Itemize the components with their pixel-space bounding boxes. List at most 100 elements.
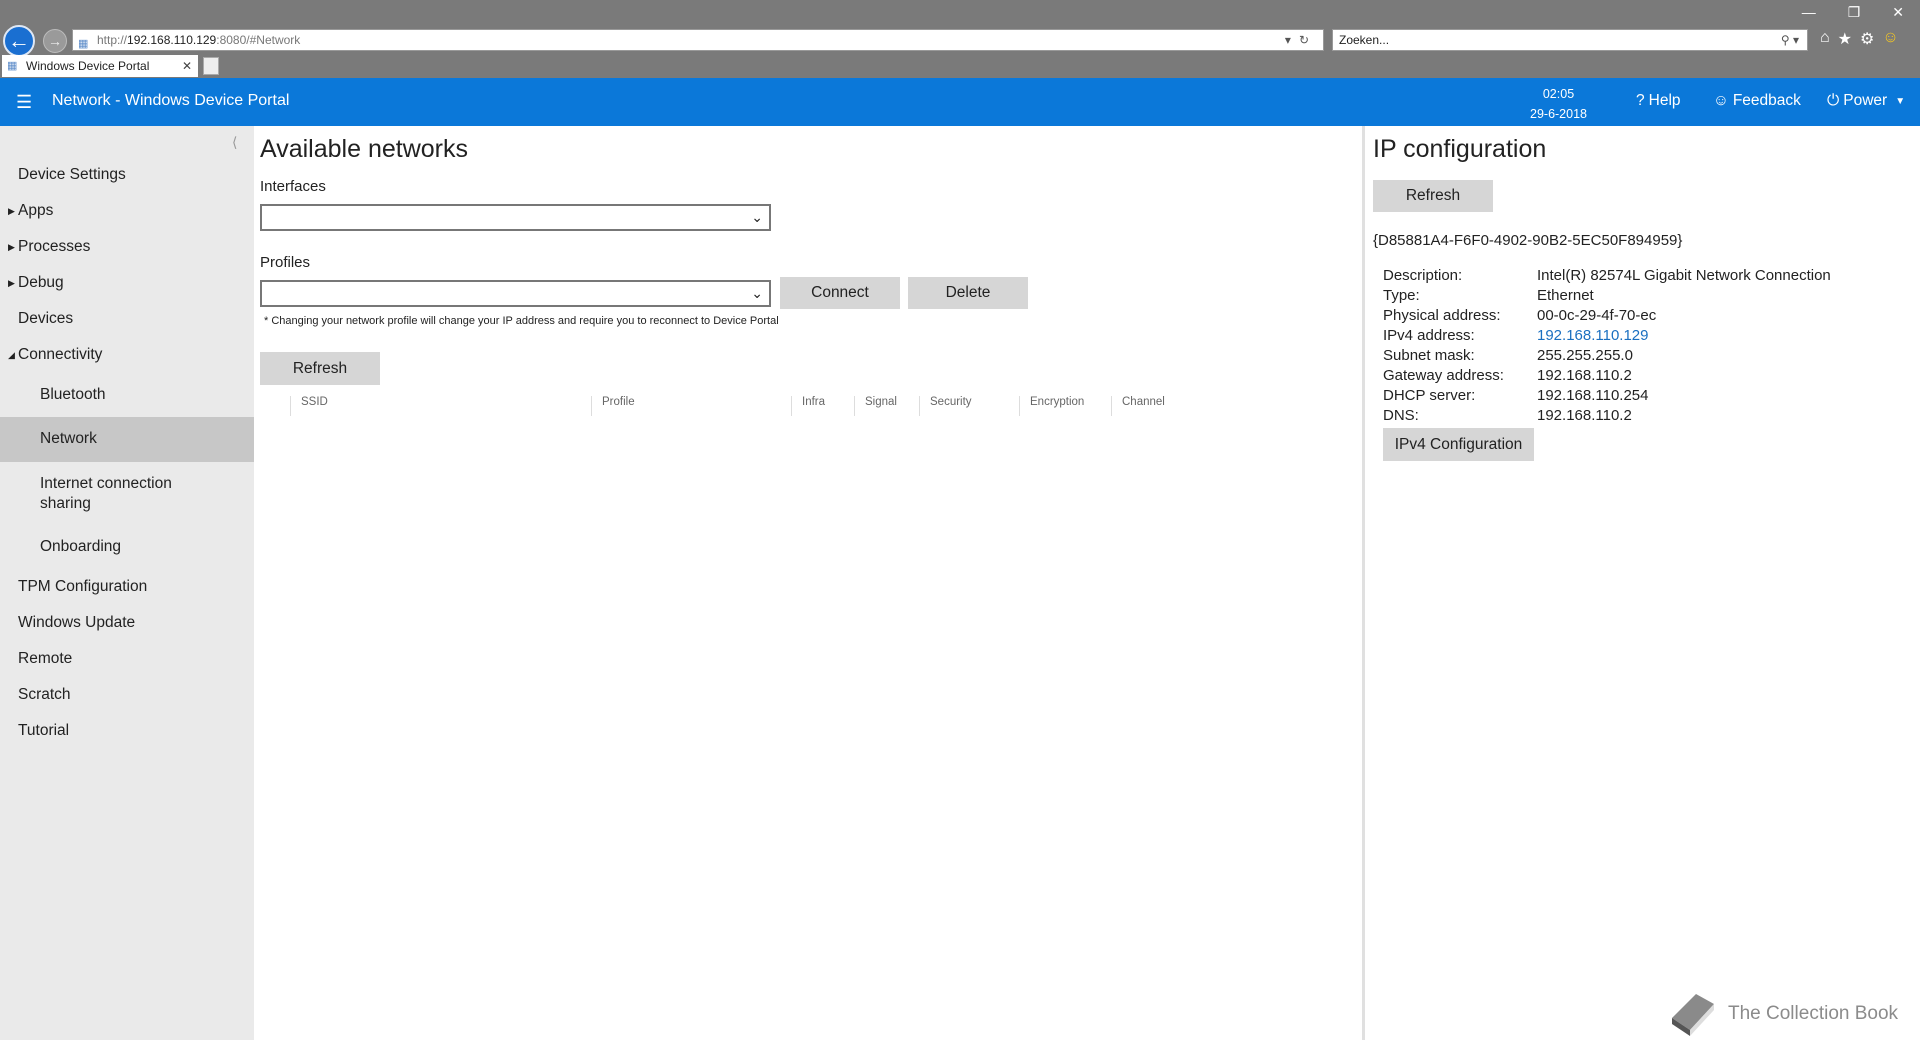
sidebar-item-processes[interactable]: ▶ Processes [0,238,254,256]
profiles-select[interactable]: ⌄ [260,280,771,307]
interfaces-select[interactable]: ⌄ [260,204,771,231]
sidebar-item-bluetooth[interactable]: Bluetooth [0,386,254,404]
watermark-text: The Collection Book [1728,1003,1899,1024]
page-title: Network - Windows Device Portal [52,92,290,109]
sidebar-item-label: Onboarding [40,538,122,555]
hamburger-menu-icon[interactable]: ☰ [16,92,32,113]
delete-button[interactable]: Delete [908,277,1028,309]
ip-row-label: DHCP server: [1383,387,1476,404]
collapse-sidebar-icon[interactable]: ⟨ [232,134,237,151]
main-content: Available networks Interfaces ⌄ Profiles… [254,126,1362,1040]
site-icon: ▦ [78,38,89,50]
collapse-arrow-icon: ◢ [8,350,15,360]
minimize-icon[interactable]: — [1802,4,1816,21]
search-placeholder: Zoeken... [1339,33,1390,47]
help-button[interactable]: ? Help [1636,92,1681,110]
sidebar-item-label: TPM Configuration [18,578,148,595]
ip-row-value: 192.168.110.254 [1537,387,1649,404]
sidebar-item-tpm-configuration[interactable]: TPM Configuration [0,578,254,596]
sidebar-item-apps[interactable]: ▶ Apps [0,202,254,220]
window-controls: — ❐ ✕ [1802,4,1904,21]
ip-row-ipv4-address: IPv4 address: 192.168.110.129 [1383,327,1649,347]
ip-row-type: Type: Ethernet [1383,287,1594,307]
search-icon[interactable]: ⚲ ▾ [1781,30,1799,50]
ip-row-physical-address: Physical address: 00-0c-29-4f-70-ec [1383,307,1656,327]
address-bar[interactable]: ▦ http://192.168.110.129:8080/#Network ▾… [72,29,1324,51]
sidebar-item-label: Processes [18,238,91,255]
home-icon[interactable]: ⌂ [1820,29,1830,49]
arrow-left-icon: ← [8,28,30,53]
sidebar-item-label: Connectivity [18,346,103,363]
dropdown-icon[interactable]: ▾ [1285,33,1299,47]
expand-arrow-icon: ▶ [8,206,15,216]
ip-row-label: Physical address: [1383,307,1501,324]
reload-icon[interactable]: ↻ [1299,33,1317,47]
power-label: Power [1843,92,1888,109]
sidebar-item-scratch[interactable]: Scratch [0,686,254,704]
sidebar-item-connectivity[interactable]: ◢ Connectivity [0,346,254,364]
app-header: ☰ Network - Windows Device Portal 02:05 … [0,78,1920,126]
sidebar-item-device-settings[interactable]: Device Settings [0,166,254,184]
book-icon [1672,994,1714,1036]
favorites-icon[interactable]: ★ [1838,29,1852,49]
power-icon: ⏻ [1827,92,1840,109]
sidebar-item-label: Windows Update [18,614,136,631]
clock-time: 02:05 [1542,87,1575,101]
connect-button[interactable]: Connect [780,277,900,309]
browser-tab[interactable]: ▦ Windows Device Portal ✕ [2,55,198,77]
feedback-label: Feedback [1732,92,1801,109]
ip-config-title: IP configuration [1373,135,1547,163]
sidebar-item-label: Debug [18,274,64,291]
tab-favicon-icon: ▦ [7,60,18,72]
column-header-channel[interactable]: Channel [1111,396,1191,416]
column-header-security[interactable]: Security [919,396,1019,416]
refresh-ip-button[interactable]: Refresh [1373,180,1493,212]
url-host: 192.168.110.129 [127,33,217,47]
browser-chrome: — ❐ ✕ ← → ▦ http://192.168.110.129:8080/… [0,0,1920,78]
sidebar-item-network[interactable]: Network [0,417,254,462]
sidebar-item-tutorial[interactable]: Tutorial [0,722,254,740]
back-button[interactable]: ← [3,25,35,57]
sidebar-item-label: Network [40,430,97,447]
ip-row-value: Intel(R) 82574L Gigabit Network Connecti… [1537,267,1831,284]
question-icon: ? [1636,92,1645,109]
ip-row-label: DNS: [1383,407,1419,424]
refresh-networks-button[interactable]: Refresh [260,352,380,385]
new-tab-button[interactable] [203,57,219,75]
sidebar-item-label: Apps [18,202,54,219]
gear-icon[interactable]: ⚙ [1860,29,1874,49]
clock: 02:05 29-6-2018 [1530,84,1587,124]
sidebar-item-windows-update[interactable]: Windows Update [0,614,254,632]
search-input[interactable]: Zoeken... ⚲ ▾ [1332,29,1808,51]
tab-close-icon[interactable]: ✕ [182,55,192,77]
ip-row-value: 255.255.255.0 [1537,347,1633,364]
chevron-down-icon: ⌄ [751,209,763,225]
column-header-ssid[interactable]: SSID [290,396,590,416]
sidebar-item-onboarding[interactable]: Onboarding [0,538,254,556]
ipv4-address-link[interactable]: 192.168.110.129 [1537,327,1649,344]
column-header-infra[interactable]: Infra [791,396,854,416]
sidebar-item-label: Bluetooth [40,386,106,403]
column-header-signal[interactable]: Signal [854,396,919,416]
power-button[interactable]: ⏻ Power ▼ [1827,92,1905,110]
help-label: Help [1648,92,1681,109]
sidebar-item-internet-connection-sharing[interactable]: Internet connection sharing [0,474,254,514]
ip-row-label: Type: [1383,287,1420,304]
ipv4-configuration-button[interactable]: IPv4 Configuration [1383,428,1534,461]
sidebar-item-label: Devices [18,310,74,327]
sidebar-item-devices[interactable]: Devices [0,310,254,328]
column-header-profile[interactable]: Profile [591,396,791,416]
sidebar-item-debug[interactable]: ▶ Debug [0,274,254,292]
ip-row-description: Description: Intel(R) 82574L Gigabit Netw… [1383,267,1831,287]
ip-row-value: Ethernet [1537,287,1594,304]
sidebar-item-label: Device Settings [18,166,126,183]
restore-icon[interactable]: ❐ [1848,4,1861,21]
sidebar-item-label: Tutorial [18,722,70,739]
feedback-button[interactable]: ☺ Feedback [1713,92,1801,110]
column-header-encryption[interactable]: Encryption [1019,396,1111,416]
close-icon[interactable]: ✕ [1892,4,1904,21]
sidebar-item-remote[interactable]: Remote [0,650,254,668]
smiley-icon[interactable]: ☺ [1882,29,1898,49]
forward-button[interactable]: → [43,29,67,53]
sidebar-item-label: Scratch [18,686,71,703]
